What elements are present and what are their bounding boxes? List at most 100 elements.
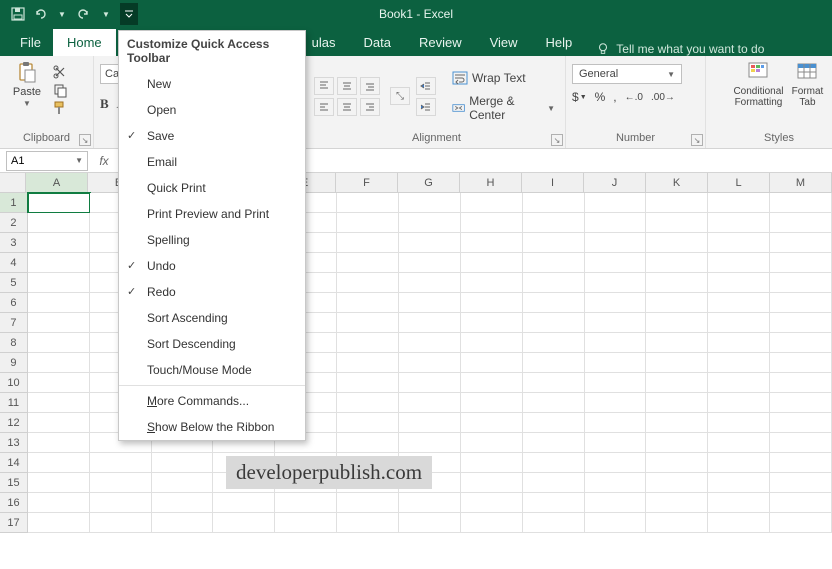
alignment-dialog-launcher[interactable]: ↘ (551, 134, 563, 146)
cell-E14[interactable] (275, 453, 337, 473)
tab-formulas-partial[interactable]: ulas (308, 29, 350, 56)
cell-J10[interactable] (585, 373, 647, 393)
cell-K17[interactable] (646, 513, 708, 533)
cell-F9[interactable] (337, 353, 399, 373)
qat-menu-item-new[interactable]: New (119, 71, 305, 97)
cell-F15[interactable] (337, 473, 399, 493)
copy-icon[interactable] (52, 82, 68, 98)
row-header-3[interactable]: 3 (0, 233, 28, 253)
increase-indent-button[interactable] (416, 98, 436, 116)
cell-M7[interactable] (770, 313, 832, 333)
cell-F4[interactable] (337, 253, 399, 273)
cell-G8[interactable] (399, 333, 461, 353)
cell-H17[interactable] (461, 513, 523, 533)
cell-H9[interactable] (461, 353, 523, 373)
cell-H8[interactable] (461, 333, 523, 353)
cell-G10[interactable] (399, 373, 461, 393)
select-all-corner[interactable] (0, 173, 26, 192)
cell-D16[interactable] (213, 493, 275, 513)
cell-M4[interactable] (770, 253, 832, 273)
decrease-decimal-button[interactable]: .00→ (651, 90, 675, 104)
cell-M5[interactable] (770, 273, 832, 293)
cell-J13[interactable] (585, 433, 647, 453)
cell-M6[interactable] (770, 293, 832, 313)
cell-K9[interactable] (646, 353, 708, 373)
orientation-button[interactable]: ⤡ (390, 87, 410, 105)
qat-menu-item-spelling[interactable]: Spelling (119, 227, 305, 253)
cell-M1[interactable] (770, 193, 832, 213)
cell-G14[interactable] (399, 453, 461, 473)
cell-A17[interactable] (28, 513, 90, 533)
cell-G6[interactable] (399, 293, 461, 313)
cell-A15[interactable] (28, 473, 90, 493)
cell-L15[interactable] (708, 473, 770, 493)
cell-G4[interactable] (399, 253, 461, 273)
cell-H15[interactable] (461, 473, 523, 493)
cell-E17[interactable] (275, 513, 337, 533)
column-header-I[interactable]: I (522, 173, 584, 192)
row-header-9[interactable]: 9 (0, 353, 28, 373)
cell-L13[interactable] (708, 433, 770, 453)
cell-G1[interactable] (399, 193, 461, 213)
cell-M3[interactable] (770, 233, 832, 253)
cell-L12[interactable] (708, 413, 770, 433)
percent-button[interactable]: % (595, 90, 606, 104)
cell-I5[interactable] (523, 273, 585, 293)
cell-J6[interactable] (585, 293, 647, 313)
cell-I7[interactable] (523, 313, 585, 333)
cell-M12[interactable] (770, 413, 832, 433)
cell-F16[interactable] (337, 493, 399, 513)
cut-icon[interactable] (52, 64, 68, 80)
cell-H6[interactable] (461, 293, 523, 313)
cell-L9[interactable] (708, 353, 770, 373)
cell-C14[interactable] (152, 453, 214, 473)
row-header-16[interactable]: 16 (0, 493, 28, 513)
font-name-combo[interactable]: Ca (100, 64, 120, 84)
cell-F14[interactable] (337, 453, 399, 473)
cell-G17[interactable] (399, 513, 461, 533)
redo-icon[interactable] (76, 6, 92, 22)
cell-F13[interactable] (337, 433, 399, 453)
tab-review[interactable]: Review (405, 29, 476, 56)
row-header-1[interactable]: 1 (0, 193, 28, 213)
cell-F11[interactable] (337, 393, 399, 413)
cell-A5[interactable] (28, 273, 90, 293)
cell-K10[interactable] (646, 373, 708, 393)
increase-decimal-button[interactable]: ←.0 (625, 90, 643, 104)
comma-button[interactable]: , (613, 90, 616, 104)
cell-K1[interactable] (646, 193, 708, 213)
cell-K12[interactable] (646, 413, 708, 433)
cell-H16[interactable] (461, 493, 523, 513)
undo-dropdown-icon[interactable]: ▼ (54, 6, 70, 22)
cell-A10[interactable] (28, 373, 90, 393)
cell-G7[interactable] (399, 313, 461, 333)
cell-M9[interactable] (770, 353, 832, 373)
cell-F10[interactable] (337, 373, 399, 393)
cell-J1[interactable] (585, 193, 647, 213)
cell-L17[interactable] (708, 513, 770, 533)
cell-K15[interactable] (646, 473, 708, 493)
column-header-A[interactable]: A (26, 173, 88, 192)
cell-H1[interactable] (461, 193, 523, 213)
row-header-5[interactable]: 5 (0, 273, 28, 293)
cell-K5[interactable] (646, 273, 708, 293)
qat-menu-item-redo[interactable]: ✓Redo (119, 279, 305, 305)
cell-B15[interactable] (90, 473, 152, 493)
cell-H7[interactable] (461, 313, 523, 333)
paste-button[interactable]: Paste ▼ (6, 60, 48, 109)
cell-F5[interactable] (337, 273, 399, 293)
cell-K4[interactable] (646, 253, 708, 273)
format-painter-icon[interactable] (52, 100, 68, 116)
cell-I8[interactable] (523, 333, 585, 353)
row-header-13[interactable]: 13 (0, 433, 28, 453)
row-header-8[interactable]: 8 (0, 333, 28, 353)
cell-L10[interactable] (708, 373, 770, 393)
column-header-M[interactable]: M (770, 173, 832, 192)
column-header-J[interactable]: J (584, 173, 646, 192)
qat-menu-more-commands[interactable]: More Commands... (119, 388, 305, 414)
insert-function-button[interactable]: fx (94, 154, 114, 168)
cell-D14[interactable] (213, 453, 275, 473)
cell-G13[interactable] (399, 433, 461, 453)
cell-G11[interactable] (399, 393, 461, 413)
cell-K13[interactable] (646, 433, 708, 453)
